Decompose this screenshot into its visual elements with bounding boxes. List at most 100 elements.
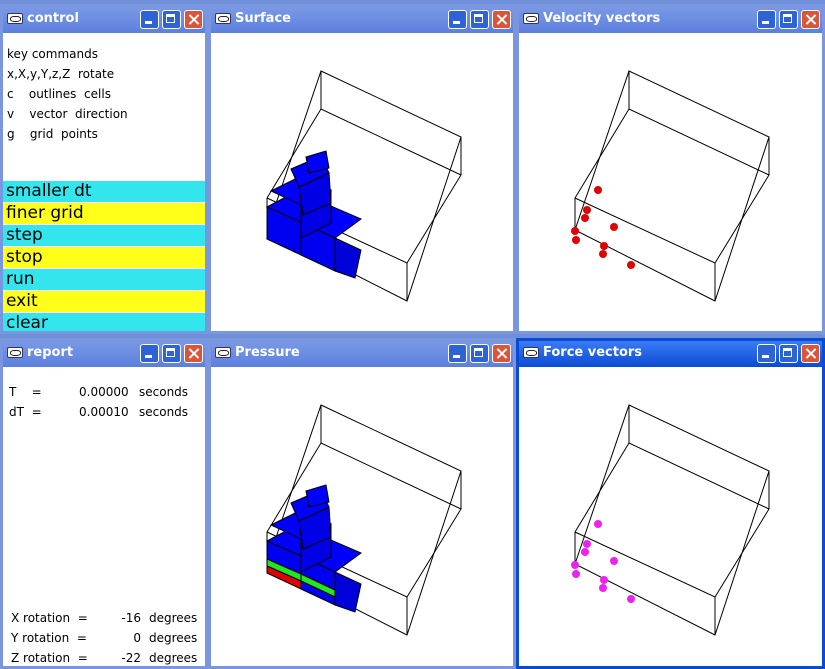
minimize-button[interactable] [448,344,467,363]
maximize-button[interactable] [470,344,489,363]
step-button[interactable]: step [3,225,205,246]
close-button[interactable] [184,344,203,363]
report-titlebar[interactable]: report [3,341,205,367]
dt-unit: seconds [139,405,189,419]
surface-window: Surface [208,4,516,334]
maximize-button[interactable] [162,10,181,29]
report-content: T = 0.00000 seconds dT = 0.00010 seconds… [3,367,205,666]
force-point [581,548,589,556]
pressure-titlebar[interactable]: Pressure [211,341,513,367]
force-point [571,561,579,569]
maximize-button[interactable] [162,344,181,363]
finer-grid-button[interactable]: finer grid [3,203,205,224]
velocity-vector-points [571,186,635,269]
close-button[interactable] [801,344,820,363]
stop-button[interactable]: stop [3,247,205,268]
y-rotation-label: Y rotation = [11,631,87,645]
velocity-titlebar[interactable]: Velocity vectors [519,7,822,33]
surface-fluid-cells [265,150,363,279]
clear-button[interactable]: clear [3,313,205,331]
key-commands-heading: key commands [7,47,98,61]
window-app-icon [215,13,231,24]
close-button[interactable] [492,10,511,29]
minimize-button[interactable] [140,344,159,363]
pressure-title: Pressure [235,345,300,360]
pressure-3d-canvas [265,404,462,636]
minimize-button[interactable] [757,344,776,363]
report-window: report T = 0.00000 seconds dT = 0.00010 … [0,338,208,669]
surface-view[interactable] [211,33,513,331]
window-app-icon [7,347,23,358]
pressure-window: Pressure [208,338,516,669]
surface-title: Surface [235,11,291,26]
force-box-wireframe [574,404,770,636]
window-app-icon [523,347,539,358]
z-rotation-value: -22 [121,651,141,665]
window-app-icon [7,13,23,24]
exit-button[interactable]: exit [3,291,205,312]
z-rotation-unit: degrees [149,651,198,665]
y-rotation-value: 0 [133,631,141,645]
time-label: T = [9,385,42,399]
force-point [627,595,635,603]
pressure-view[interactable] [211,367,513,666]
x-rotation-value: -16 [121,611,141,625]
force-point [594,520,602,528]
key-command-grid: g grid points [7,127,98,141]
velocity-point [599,250,607,258]
window-app-icon [523,13,539,24]
force-point [610,557,618,565]
control-window: control key commands x,X,y,Y,z,Z rotate … [0,4,208,334]
x-rotation-unit: degrees [149,611,198,625]
control-titlebar[interactable]: control [3,7,205,33]
close-button[interactable] [801,10,820,29]
run-button[interactable]: run [3,269,205,290]
velocity-title: Velocity vectors [543,11,661,26]
maximize-button[interactable] [779,10,798,29]
force-vector-points [571,520,635,603]
control-content: key commands x,X,y,Y,z,Z rotate c outlin… [3,33,205,331]
minimize-button[interactable] [757,10,776,29]
control-title: control [27,11,79,26]
force-view[interactable] [519,367,822,666]
velocity-point [627,261,635,269]
key-command-outlines: c outlines cells [7,87,111,101]
minimize-button[interactable] [140,10,159,29]
velocity-point [594,186,602,194]
velocity-point [581,214,589,222]
velocity-box-wireframe [574,70,770,302]
smaller-dt-button[interactable]: smaller dt [3,181,205,202]
maximize-button[interactable] [779,344,798,363]
force-window: Force vectors [516,338,825,669]
force-point [572,570,580,578]
pressure-cells [265,484,363,613]
y-rotation-unit: degrees [149,631,198,645]
velocity-view[interactable] [519,33,822,331]
force-point [600,576,608,584]
velocity-point [610,223,618,231]
force-title: Force vectors [543,345,643,360]
report-title: report [27,345,74,360]
surface-3d-canvas [265,70,462,302]
force-point [583,540,591,548]
force-titlebar[interactable]: Force vectors [519,341,822,367]
velocity-point [572,236,580,244]
force-3d-canvas [571,404,770,636]
key-command-rotate: x,X,y,Y,z,Z rotate [7,67,115,81]
minimize-button[interactable] [448,10,467,29]
velocity-point [600,242,608,250]
force-point [599,584,607,592]
surface-titlebar[interactable]: Surface [211,7,513,33]
close-button[interactable] [184,10,203,29]
time-unit: seconds [139,385,189,399]
time-value: 0.00000 [79,385,129,399]
maximize-button[interactable] [470,10,489,29]
window-app-icon [215,347,231,358]
velocity-point [571,227,579,235]
dt-value: 0.00010 [79,405,129,419]
velocity-window: Velocity vectors [516,4,825,334]
dt-label: dT = [9,405,42,419]
close-button[interactable] [492,344,511,363]
velocity-point [583,206,591,214]
z-rotation-label: Z rotation = [11,651,88,665]
